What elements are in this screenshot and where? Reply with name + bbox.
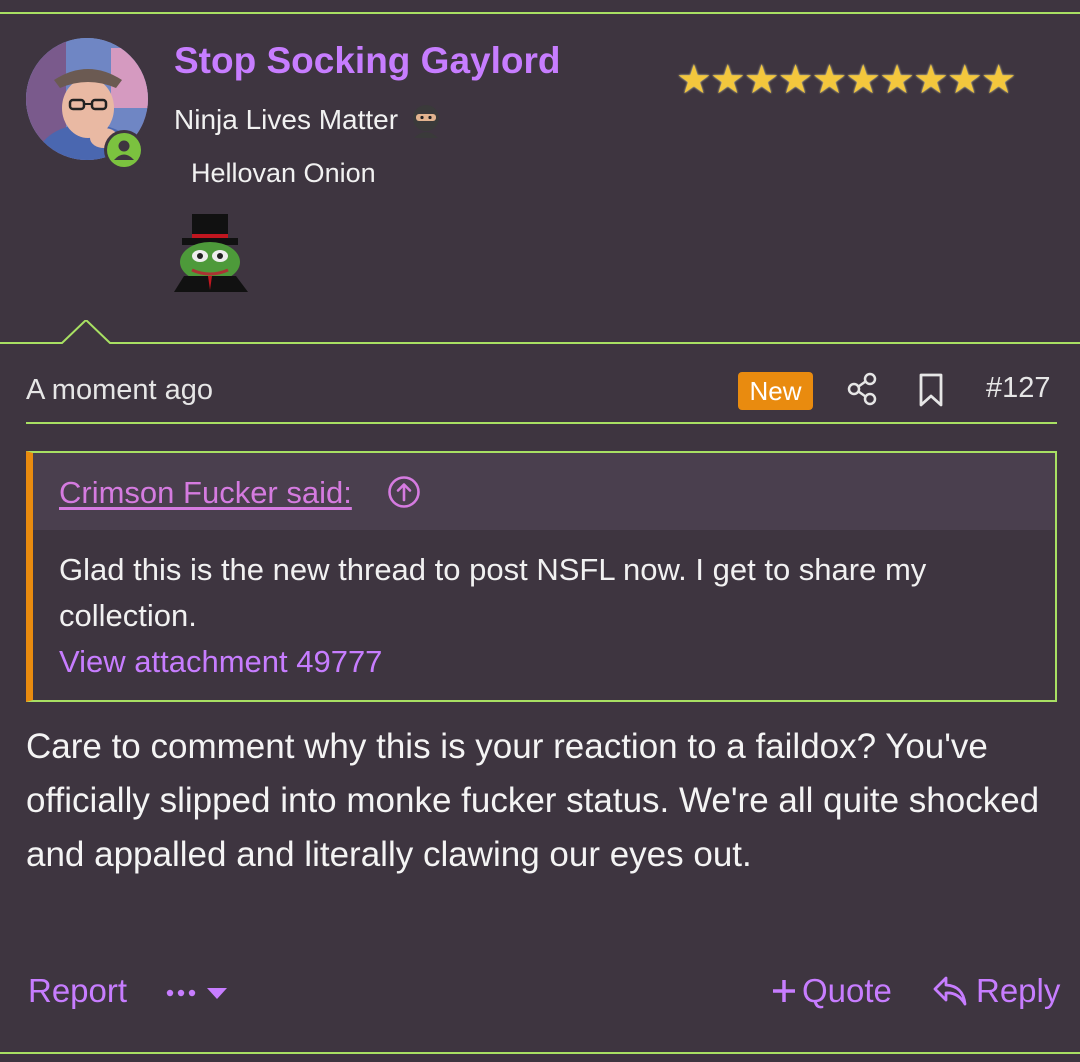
- meta-divider: [26, 422, 1057, 424]
- new-badge: New: [738, 372, 813, 410]
- post-message: Care to comment why this is your reactio…: [26, 727, 1040, 874]
- user-banner: Hellovan Onion: [191, 158, 376, 188]
- user-title-text: Ninja Lives Matter: [174, 104, 399, 135]
- online-status-badge: [104, 130, 144, 170]
- reply-button[interactable]: Reply: [932, 972, 1060, 1010]
- share-icon[interactable]: [846, 372, 878, 406]
- arrow-up-circle-icon[interactable]: [387, 475, 421, 509]
- quote-author-link[interactable]: Crimson Fucker said:: [59, 475, 352, 511]
- bookmark-icon[interactable]: [916, 372, 946, 408]
- pepe-frog-icon: [174, 214, 248, 292]
- post-caret-divider: [0, 320, 1080, 344]
- report-button[interactable]: Report: [28, 972, 127, 1010]
- post-number-link[interactable]: #127: [986, 372, 1051, 405]
- bottom-divider: [0, 1052, 1080, 1054]
- quote-header: Crimson Fucker said:: [33, 453, 1055, 530]
- quote-block: Crimson Fucker said: Glad this is the ne…: [26, 451, 1057, 702]
- user-rating-stars: ★★★★★★★★★★: [676, 58, 1017, 102]
- plus-icon: [773, 980, 795, 1002]
- more-options-button[interactable]: [166, 978, 228, 1008]
- quote-button-label: Quote: [802, 972, 892, 1009]
- username-link[interactable]: Stop Socking Gaylord: [174, 40, 561, 82]
- ellipsis-icon: [166, 989, 196, 997]
- top-divider: [0, 12, 1080, 14]
- reply-button-label: Reply: [976, 972, 1061, 1009]
- reply-icon: [933, 976, 967, 1006]
- user-title: Ninja Lives Matter: [174, 102, 444, 138]
- quote-text: Glad this is the new thread to post NSFL…: [59, 552, 927, 633]
- quote-body: Glad this is the new thread to post NSFL…: [59, 547, 1019, 685]
- ninja-emoji-icon: [413, 105, 440, 138]
- post-timestamp[interactable]: A moment ago: [26, 374, 213, 407]
- attachment-link[interactable]: View attachment 49777: [59, 639, 1019, 685]
- user-online-icon: [107, 133, 141, 167]
- quote-button[interactable]: Quote: [772, 972, 892, 1010]
- caret-down-icon: [207, 988, 227, 999]
